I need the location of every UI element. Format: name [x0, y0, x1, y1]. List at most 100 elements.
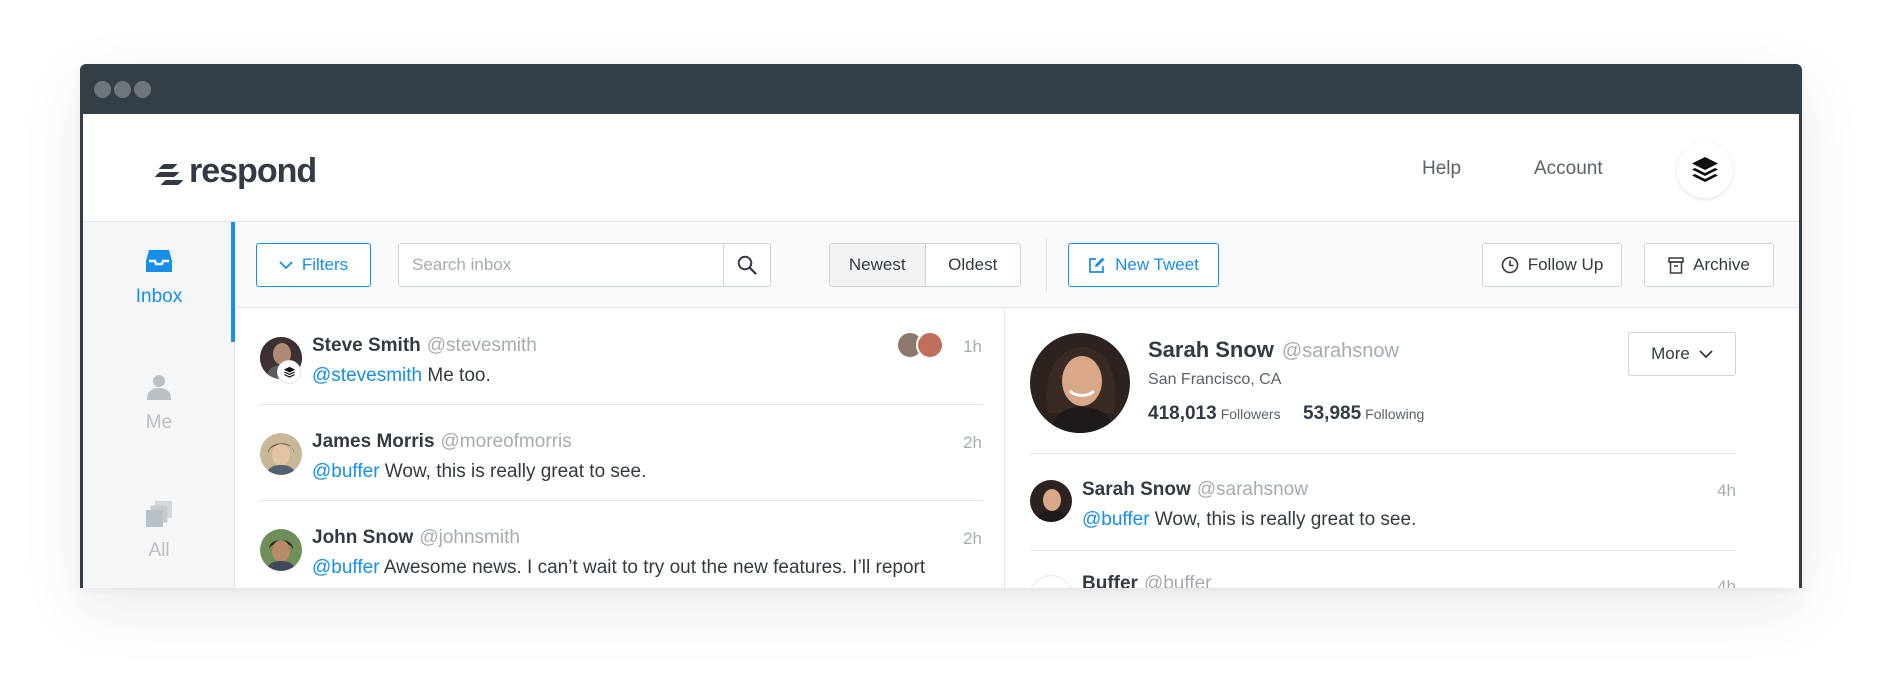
sort-oldest-button[interactable]: Oldest [925, 244, 1020, 286]
avatar-portrait-image [1030, 333, 1130, 433]
archive-label: Archive [1693, 255, 1750, 274]
buffer-app-button[interactable] [1677, 142, 1733, 198]
app-content: respond Help Account Inbox Me All Filter… [83, 114, 1799, 588]
avatar [916, 331, 944, 359]
respond-logo-icon [153, 158, 184, 186]
author-handle: @moreofmorris [440, 431, 572, 452]
author-handle: @buffer [1143, 573, 1212, 588]
person-icon [147, 375, 171, 400]
conversation-detail: Sarah Snow @sarahsnow San Francisco, CA 4… [1006, 309, 1799, 588]
sidebar: Inbox Me All [83, 222, 235, 588]
author-name: John Snow [312, 527, 414, 548]
author-name: Sarah Snow [1082, 479, 1191, 500]
message-body: Me too. [422, 365, 491, 386]
follow-up-label: Follow Up [1527, 255, 1604, 274]
search-input[interactable] [399, 244, 724, 286]
author-name: Steve Smith [312, 335, 421, 356]
profile-avatar[interactable] [1030, 333, 1130, 433]
stack-icon [146, 501, 172, 527]
sidebar-item-inbox[interactable]: Inbox [83, 248, 235, 308]
window-minimize-dot[interactable] [114, 81, 131, 98]
list-item[interactable]: John Snow @johnsmith @buffer Awesome news… [260, 501, 982, 588]
clock-icon [1501, 256, 1519, 274]
frame-edge-right [1799, 114, 1802, 588]
logo-text: respond [189, 152, 317, 190]
message-text: @buffer Awesome news. I can’t wait to tr… [312, 557, 925, 579]
avatar-portrait-image [1030, 480, 1072, 522]
profile-stats: 418,013 Followers 53,985 Following [1148, 403, 1424, 425]
conversation-header: John Snow @johnsmith [312, 527, 520, 549]
new-tweet-button[interactable]: New Tweet [1068, 243, 1219, 287]
author-handle: @sarahsnow [1196, 479, 1308, 500]
search-button[interactable] [723, 244, 770, 286]
window-titlebar [80, 64, 1802, 114]
conversation-header: Steve Smith @stevesmith [312, 335, 537, 357]
sidebar-item-label: Me [145, 412, 173, 433]
mention-link[interactable]: @buffer [312, 461, 380, 482]
profile-handle: @sarahsnow [1281, 340, 1399, 362]
more-button[interactable]: More [1628, 332, 1736, 376]
chevron-down-icon [1699, 350, 1713, 359]
search-box [398, 243, 771, 287]
filters-button[interactable]: Filters [256, 243, 371, 287]
app-header: respond Help Account [83, 114, 1799, 222]
avatar [1030, 576, 1072, 588]
message-text: @buffer Wow, this is really great to see… [1082, 509, 1416, 531]
help-link[interactable]: Help [1422, 158, 1461, 180]
author-name: Buffer [1082, 573, 1138, 588]
avatar-portrait-image [260, 433, 302, 475]
sidebar-item-label: Inbox [135, 286, 183, 307]
mention-link[interactable]: @buffer [312, 557, 380, 578]
chevron-down-icon [279, 261, 293, 270]
followers-count: 418,013 [1148, 403, 1217, 424]
conversation-list: Steve Smith @stevesmith @stevesmith Me to… [236, 309, 1005, 588]
window-close-dot[interactable] [94, 81, 111, 98]
window-maximize-dot[interactable] [134, 81, 151, 98]
timestamp: 2h [963, 433, 982, 452]
list-item[interactable]: Steve Smith @stevesmith @stevesmith Me to… [260, 309, 982, 405]
author-name: James Morris [312, 431, 435, 452]
profile-location: San Francisco, CA [1148, 371, 1282, 388]
inbox-icon [146, 250, 172, 272]
timestamp: 1h [963, 337, 982, 356]
mention-link[interactable]: @stevesmith [312, 365, 422, 386]
mention-link[interactable]: @buffer [1082, 509, 1150, 530]
account-link[interactable]: Account [1534, 158, 1603, 180]
buffer-layers-icon [1692, 157, 1718, 182]
sort-toggle: Newest Oldest [829, 243, 1021, 287]
thread-message: Buffer @buffer 4h [1030, 551, 1736, 588]
author-handle: @stevesmith [426, 335, 537, 356]
timestamp: 2h [963, 529, 982, 548]
buffer-layers-icon [283, 366, 295, 378]
avatar [1030, 480, 1072, 522]
search-icon [737, 255, 757, 275]
archive-icon [1668, 256, 1684, 274]
filters-label: Filters [301, 255, 349, 274]
message-text: @stevesmith Me too. [312, 365, 491, 387]
list-item[interactable]: James Morris @moreofmorris @buffer Wow, t… [260, 405, 982, 501]
avatar [260, 433, 302, 475]
more-label: More [1651, 344, 1690, 363]
sort-newest-button[interactable]: Newest [830, 244, 926, 286]
author-handle: @johnsmith [419, 527, 520, 548]
profile-header: Sarah Snow @sarahsnow [1148, 337, 1399, 363]
timestamp: 4h [1717, 577, 1736, 588]
following-label: Following [1365, 406, 1425, 422]
message-body: Awesome news. I can’t wait to try out th… [379, 557, 926, 578]
avatar [260, 529, 302, 571]
followers-label: Followers [1220, 406, 1281, 422]
archive-button[interactable]: Archive [1644, 243, 1774, 287]
conversation-header: James Morris @moreofmorris [312, 431, 572, 453]
message-header: Buffer @buffer [1082, 573, 1211, 588]
timestamp: 4h [1717, 481, 1736, 500]
sidebar-item-me[interactable]: Me [83, 374, 235, 434]
following-count: 53,985 [1303, 403, 1362, 424]
profile-card: Sarah Snow @sarahsnow San Francisco, CA 4… [1030, 309, 1736, 454]
toolbar-divider [1046, 238, 1047, 292]
sidebar-item-all[interactable]: All [83, 500, 235, 562]
message-body: Wow, this is really great to see. [379, 461, 647, 482]
message-body: Wow, this is really great to see. [1149, 509, 1417, 530]
follow-up-button[interactable]: Follow Up [1482, 243, 1622, 287]
logo[interactable]: respond [153, 152, 317, 191]
sidebar-item-label: All [148, 540, 170, 561]
